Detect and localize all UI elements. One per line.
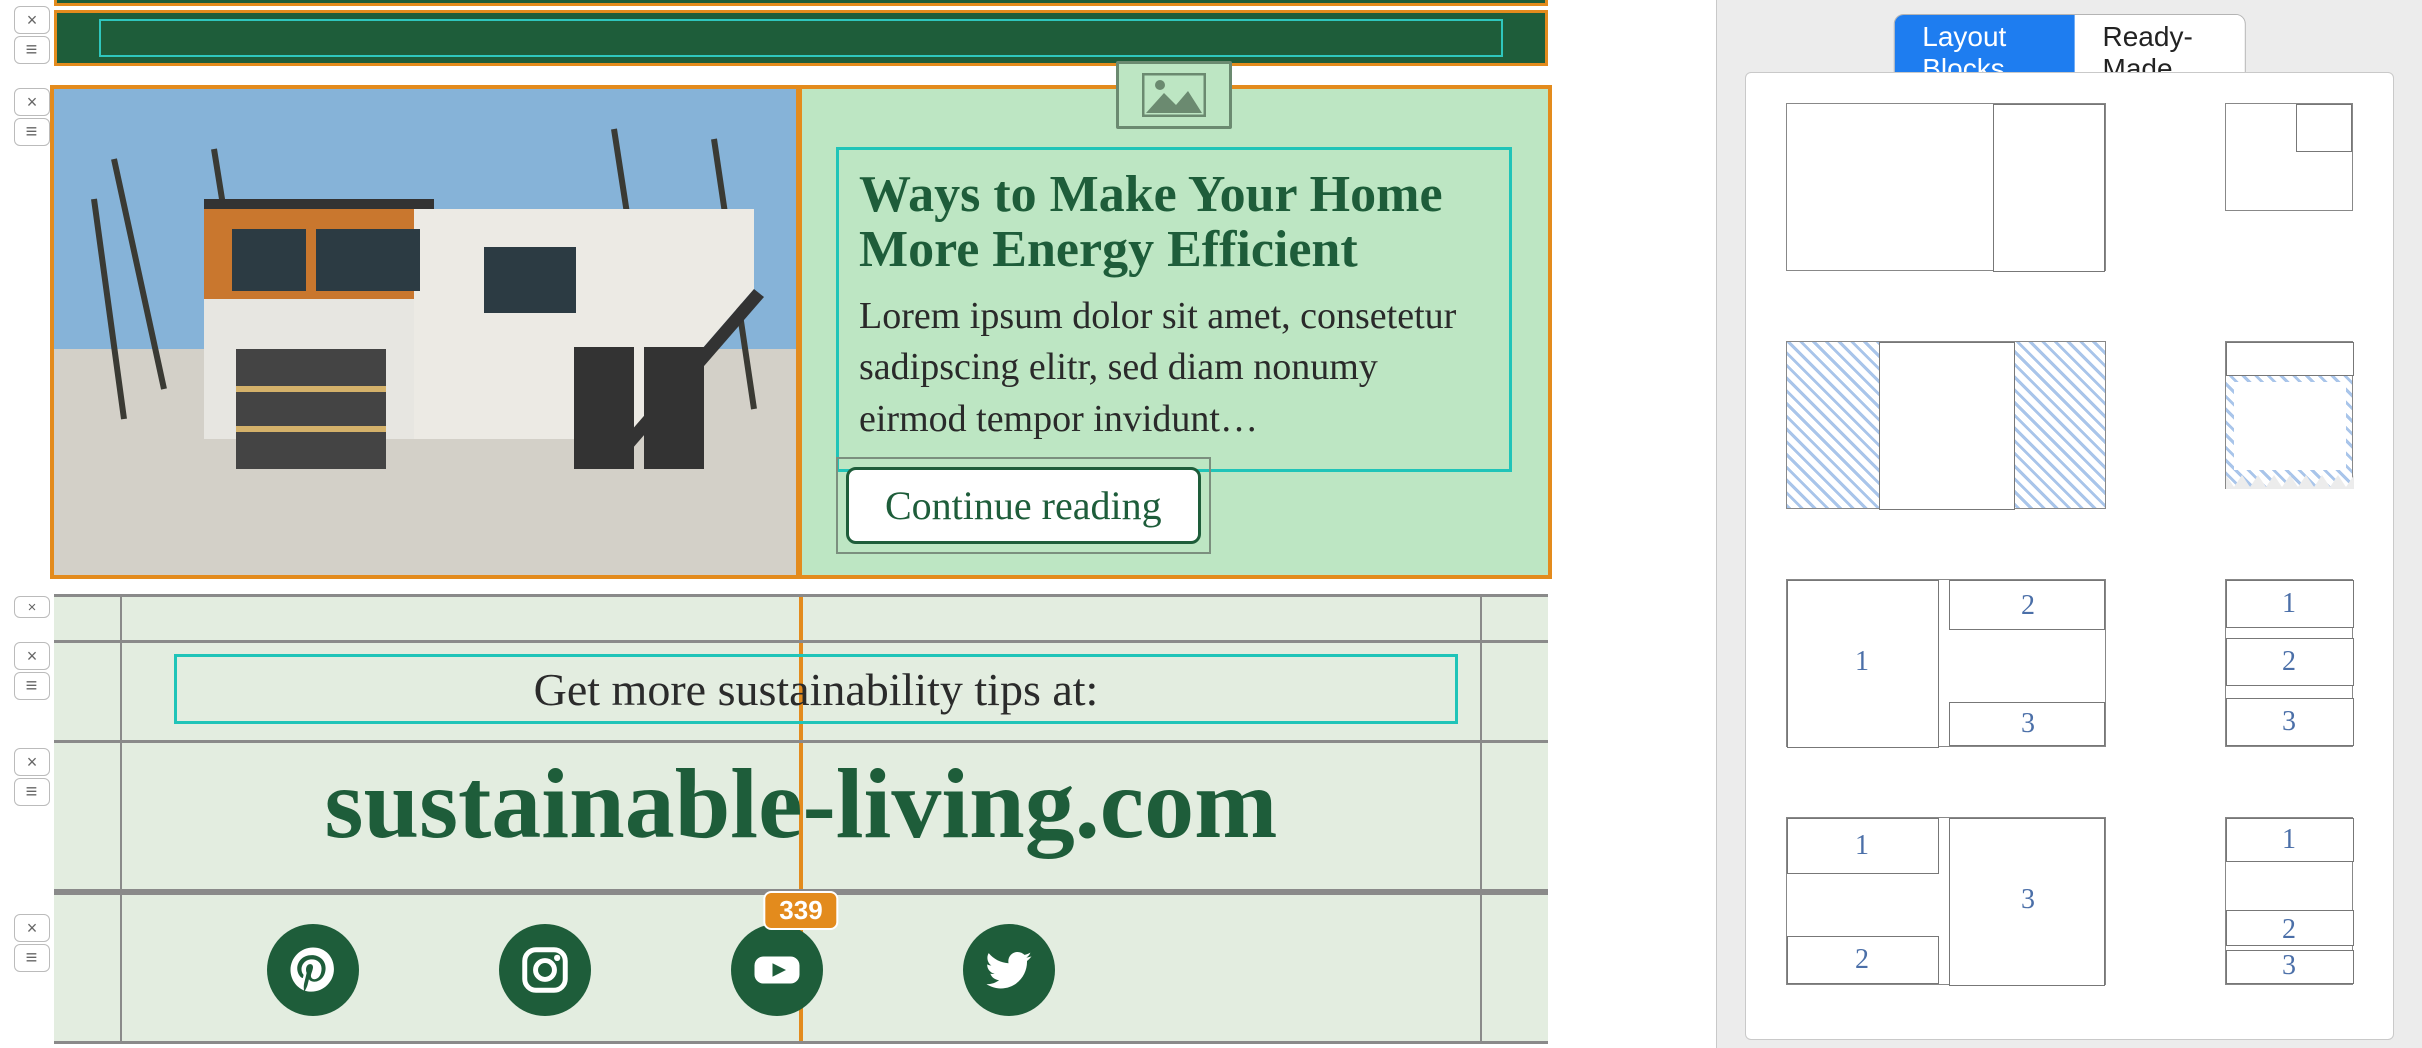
block-handle-f2: × ≡ (14, 642, 50, 700)
layout-thumb-wrap-image[interactable] (2225, 103, 2353, 211)
layout-thumb-centered-panel[interactable] (1786, 341, 2106, 509)
layout-thumb-1-lines-23[interactable]: 1 2 3 (2225, 817, 2353, 985)
delete-block-button[interactable]: × (14, 642, 50, 670)
article-image[interactable] (54, 89, 800, 575)
delete-block-button[interactable]: × (14, 914, 50, 942)
thumb-row: 1 2 3 1 2 3 (1786, 579, 2353, 747)
block-handle-article: × ≡ (14, 88, 50, 146)
youtube-icon[interactable] (731, 924, 823, 1016)
dimension-badge: 339 (763, 891, 838, 930)
block-handle-f3: × ≡ (14, 748, 50, 806)
footer-spacer-1[interactable] (54, 594, 1548, 640)
header-selection (99, 19, 1503, 57)
thumb-row (1786, 103, 2353, 271)
social-icons-row (54, 924, 1548, 1016)
drag-block-handle[interactable]: ≡ (14, 36, 50, 64)
layout-thumb-receipt[interactable] (2225, 341, 2353, 489)
instagram-icon[interactable] (499, 924, 591, 1016)
tips-label: Get more sustainability tips at: (534, 663, 1099, 716)
block-handle-header: × ≡ (14, 6, 50, 64)
layout-thumb-stack-123[interactable]: 1 2 3 (2225, 579, 2353, 747)
delete-block-button[interactable]: × (14, 596, 50, 618)
layout-thumb-1-2-3[interactable]: 1 2 3 (1786, 579, 2106, 747)
vertical-guide (796, 85, 802, 579)
article-body: Lorem ipsum dolor sit amet, consetetur s… (859, 291, 1489, 445)
tips-text-selection[interactable]: Get more sustainability tips at: (174, 654, 1458, 724)
block-handle-f4: × ≡ (14, 914, 50, 972)
article-title: Ways to Make Your Home More Energy Effic… (859, 168, 1489, 277)
continue-reading-button[interactable]: Continue reading (846, 467, 1201, 544)
site-url-text[interactable]: sustainable-living.com (54, 746, 1548, 861)
block-handle-f1: × (14, 596, 50, 618)
header-block-1[interactable] (54, 0, 1548, 6)
delete-block-button[interactable]: × (14, 6, 50, 34)
thumb-row: 1 2 3 1 2 3 (1786, 817, 2353, 985)
house-photo-placeholder (54, 89, 800, 575)
editor-canvas: × ≡ (0, 0, 1558, 1048)
pinterest-icon[interactable] (267, 924, 359, 1016)
right-sidebar: Layout Blocks Ready-Made (1716, 0, 2422, 1048)
footer-region: Get more sustainability tips at: sustain… (54, 594, 1548, 1044)
header-block-2[interactable] (54, 10, 1548, 66)
center-guide (799, 597, 803, 640)
delete-block-button[interactable]: × (14, 748, 50, 776)
drag-block-handle[interactable]: ≡ (14, 944, 50, 972)
drag-block-handle[interactable]: ≡ (14, 672, 50, 700)
article-text-column: Ways to Make Your Home More Energy Effic… (800, 89, 1548, 575)
layout-thumbnails: 1 2 3 1 2 3 1 2 (1745, 72, 2394, 1040)
layout-thumb-12-3[interactable]: 1 2 3 (1786, 817, 2106, 985)
drag-block-handle[interactable]: ≡ (14, 118, 50, 146)
cta-wrapper: Continue reading (836, 457, 1211, 554)
article-text-selection[interactable]: Ways to Make Your Home More Energy Effic… (836, 147, 1512, 472)
drag-block-handle[interactable]: ≡ (14, 778, 50, 806)
thumb-row (1786, 341, 2353, 509)
layout-thumb-text-image[interactable] (1786, 103, 2106, 271)
delete-block-button[interactable]: × (14, 88, 50, 116)
twitter-icon[interactable] (963, 924, 1055, 1016)
image-placeholder-icon[interactable] (1116, 61, 1232, 129)
